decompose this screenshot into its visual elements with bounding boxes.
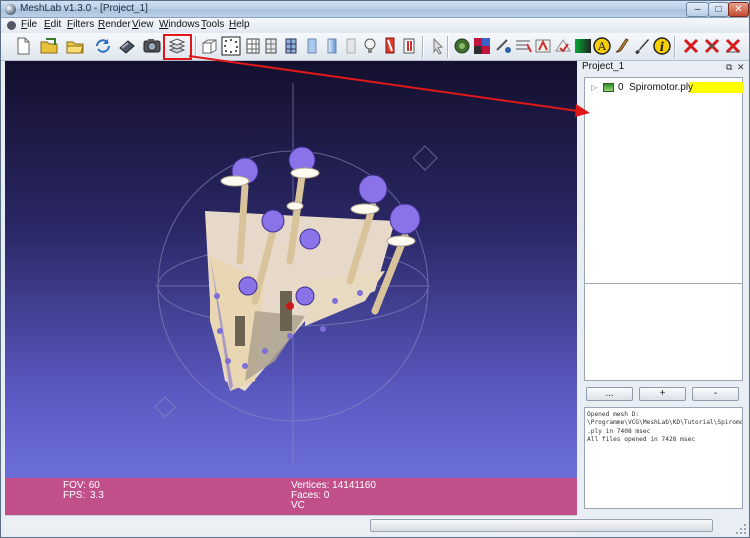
wireframe-icon[interactable] (243, 36, 263, 56)
system-menu-icon[interactable] (7, 21, 16, 30)
menu-render[interactable]: Render (98, 19, 131, 30)
scrollbar-thumb[interactable] (370, 519, 713, 532)
menu-file[interactable]: File (21, 19, 37, 30)
expand-arrow-icon[interactable]: ▷ (591, 83, 597, 92)
window-title: MeshLab v1.3.0 - [Project_1] (20, 3, 148, 14)
spiromotor-mesh (205, 146, 421, 391)
dock-float-icon[interactable]: ⧉ (726, 62, 732, 73)
save-icon[interactable] (117, 36, 137, 56)
quality-icon[interactable] (553, 36, 573, 56)
more-button[interactable]: ... (586, 387, 633, 401)
toolbar-separator (195, 36, 197, 58)
3d-viewport[interactable] (5, 61, 577, 478)
annotation-icon[interactable]: A (592, 36, 612, 56)
layer-dock: Project_1 ⧉ ✕ ▷ 0 Spiromotor.ply ... + -… (580, 61, 748, 515)
measure-icon[interactable] (513, 36, 533, 56)
resize-grip-icon[interactable] (735, 523, 747, 535)
maximize-button[interactable]: □ (708, 2, 729, 17)
double-light-icon[interactable] (380, 36, 400, 56)
open-project-icon[interactable] (39, 36, 59, 56)
meshlab-window: MeshLab v1.3.0 - [Project_1] – □ ✕ File … (0, 0, 750, 538)
dock-title: Project_1 (582, 61, 625, 72)
align-icon[interactable] (533, 36, 553, 56)
add-button[interactable]: + (639, 387, 686, 401)
remove-button[interactable]: - (692, 387, 739, 401)
texture-icon[interactable] (341, 36, 361, 56)
menu-help[interactable]: Help (229, 19, 250, 30)
minimize-button[interactable]: – (686, 2, 709, 17)
delete-vertices-icon[interactable] (702, 36, 722, 56)
paint-icon[interactable] (452, 36, 472, 56)
info-icon[interactable]: i (652, 36, 672, 56)
menu-tools[interactable]: Tools (201, 19, 224, 30)
dock-close-icon[interactable]: ✕ (737, 62, 745, 73)
svg-text:A: A (597, 40, 607, 53)
delete-all-icon[interactable] (723, 36, 743, 56)
toolbar-separator (422, 36, 424, 58)
log-line: Opened mesh D: (587, 411, 640, 418)
menu-edit-mnemonic: E (44, 19, 51, 30)
menu-view[interactable]: View (132, 19, 154, 30)
log-line: \Programme\VCG\MeshLab\KD\Tutorial\Spiro… (587, 419, 743, 427)
toolbar-separator (447, 36, 449, 58)
layer-visibility-icon[interactable] (603, 83, 614, 92)
open-mesh-icon[interactable] (65, 36, 85, 56)
menu-filters[interactable]: Filters (67, 19, 94, 30)
title-bar: MeshLab v1.3.0 - [Project_1] – □ ✕ (1, 1, 749, 18)
curvature-icon[interactable] (573, 36, 593, 56)
flat-lines-icon[interactable] (281, 36, 301, 56)
main-toolbar: A i (1, 33, 749, 61)
fps-value: 3.3 (90, 490, 104, 501)
log-line: .ply in 7408 msec (587, 427, 651, 435)
points-icon[interactable] (221, 36, 241, 56)
menu-edit[interactable]: Edit (44, 19, 61, 30)
bounding-box-icon[interactable] (199, 36, 219, 56)
mesh-scene (154, 83, 438, 466)
menu-tools-label: ools (206, 19, 225, 30)
select-icon[interactable] (428, 36, 448, 56)
layer-dialog-icon[interactable] (167, 36, 187, 56)
decorator-panel (584, 283, 743, 381)
layer-index: 0 (618, 82, 624, 93)
toolbar-separator (674, 36, 676, 58)
pick-points-icon[interactable] (493, 36, 513, 56)
dock-header: Project_1 ⧉ ✕ (580, 61, 748, 74)
layer-selection-highlight (689, 82, 744, 93)
new-document-icon[interactable] (13, 36, 33, 56)
fps-label: FPS: (63, 490, 86, 501)
layer-row[interactable]: ▷ 0 Spiromotor.ply (591, 82, 744, 93)
flat-icon[interactable] (302, 36, 322, 56)
delete-faces-icon[interactable] (681, 36, 701, 56)
menu-windows[interactable]: Windows (159, 19, 200, 30)
viewport-info-bar: FOV: 60 FPS: 3.3 Vertices: 14141160 Face… (5, 478, 577, 515)
culling-icon[interactable] (399, 36, 419, 56)
menu-file-label: ile (27, 19, 38, 30)
close-button[interactable]: ✕ (728, 2, 749, 17)
app-logo-icon (5, 4, 16, 15)
layer-label: 0 Spiromotor.ply (618, 82, 693, 93)
reload-icon[interactable] (93, 36, 113, 56)
horizontal-scrollbar[interactable] (5, 515, 713, 534)
menu-bar: File Edit Filters Render View Windows To… (1, 18, 749, 33)
menu-render-label: ender (105, 19, 131, 30)
menu-view-label: iew (138, 19, 154, 30)
log-line: All files opened in 7428 msec (587, 435, 696, 443)
hidden-lines-icon[interactable] (261, 36, 281, 56)
snapshot-icon[interactable] (142, 36, 162, 56)
layer-name: Spiromotor.ply (629, 82, 694, 93)
menu-windows-label: indows (168, 19, 200, 30)
smooth-icon[interactable] (322, 36, 342, 56)
vertex-color-readout: VC (291, 500, 305, 511)
brush-icon[interactable] (612, 36, 632, 56)
color-icon[interactable] (472, 36, 492, 56)
light-icon[interactable] (360, 36, 380, 56)
menu-filters-label: ilters (73, 19, 95, 30)
menu-edit-label: dit (50, 19, 62, 30)
svg-text:i: i (660, 40, 665, 54)
paintbrush-icon[interactable] (632, 36, 652, 56)
menu-help-label: elp (236, 19, 250, 30)
log-panel: Opened mesh D: \Programme\VCG\MeshLab\KD… (584, 407, 743, 509)
